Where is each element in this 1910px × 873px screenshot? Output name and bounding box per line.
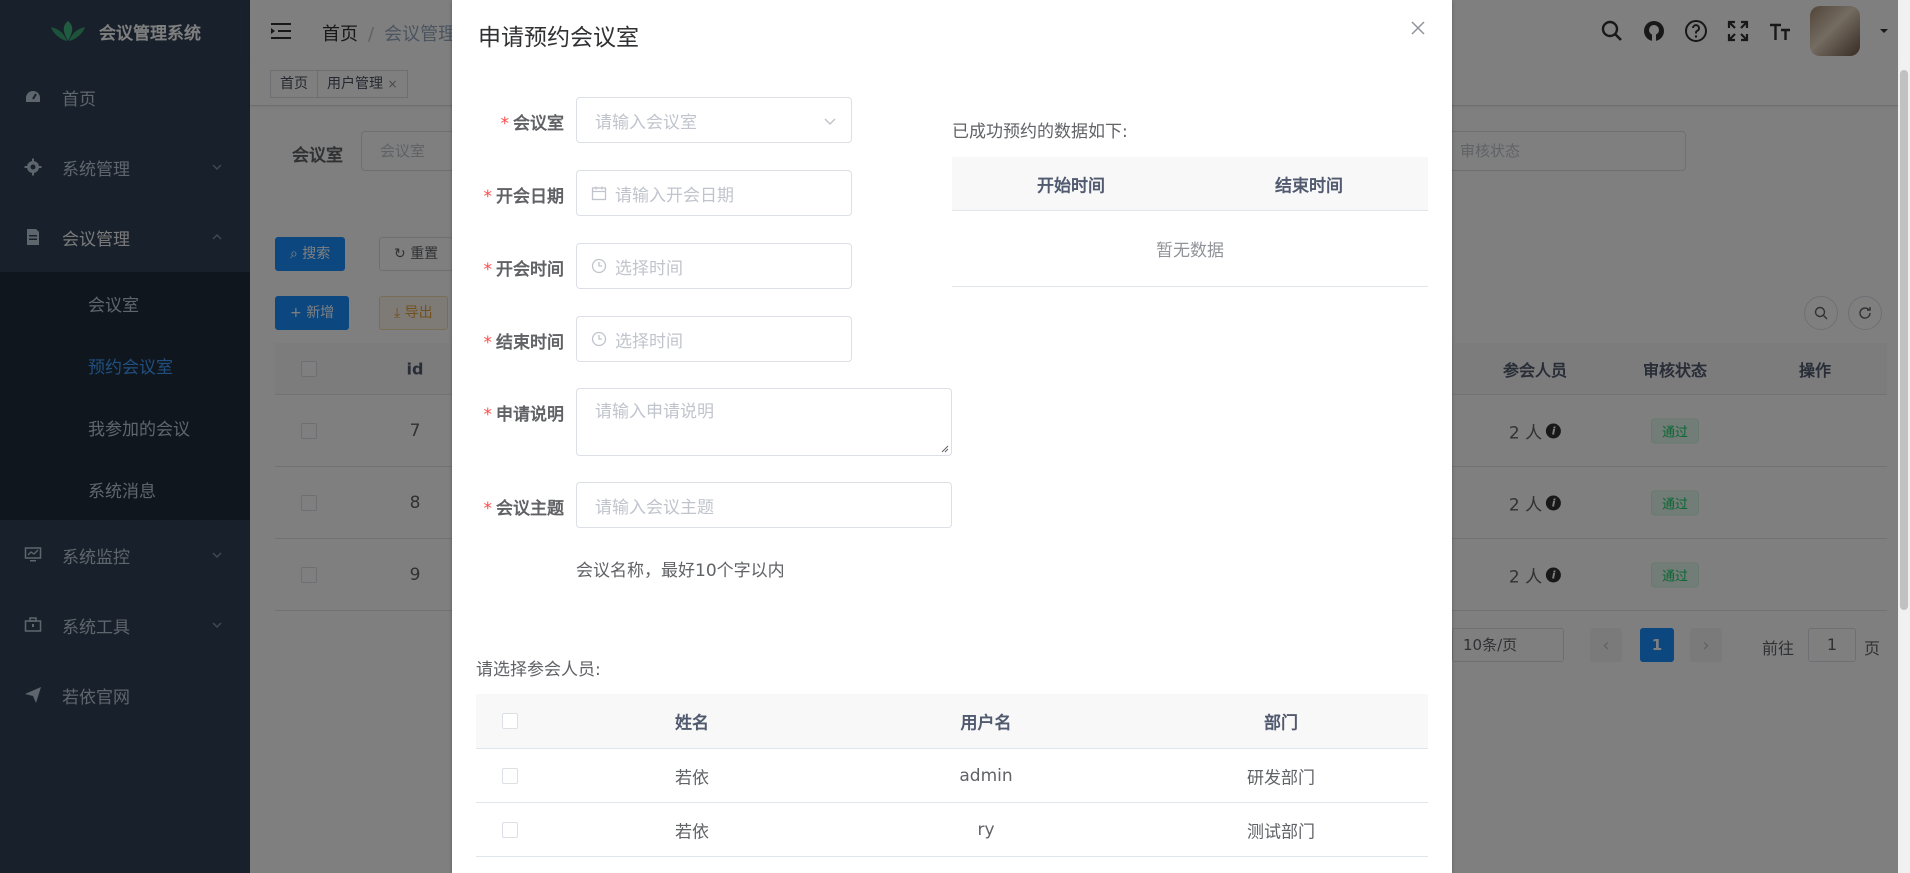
col-username: 用户名 bbox=[960, 713, 1012, 734]
participants-table: 姓名 用户名 部门 若依 admin 研发部门 若依 ry 测试部门 bbox=[476, 694, 1428, 857]
col-dept: 部门 bbox=[1264, 713, 1298, 734]
select-all-checkbox[interactable] bbox=[502, 713, 518, 729]
end-time-placeholder: 选择时间 bbox=[615, 331, 683, 352]
participant-dept: 测试部门 bbox=[1247, 822, 1315, 842]
clock-icon bbox=[591, 331, 607, 347]
booked-table: 开始时间 结束时间 暂无数据 bbox=[952, 157, 1428, 287]
participants-caption: 请选择参会人员: bbox=[476, 660, 601, 680]
participant-username: ry bbox=[977, 819, 995, 840]
booking-dialog: 申请预约会议室 * 会议室 请输入会议室 * 开会日期 请输入开会日期 * 开会时间 … bbox=[452, 0, 1452, 873]
room-field-label: * 会议室 bbox=[500, 114, 565, 134]
calendar-icon bbox=[591, 185, 607, 201]
start-time-label: * 开会时间 bbox=[483, 260, 565, 280]
topic-hint: 会议名称，最好10个字以内 bbox=[576, 561, 785, 581]
col-end-time: 结束时间 bbox=[1275, 176, 1343, 196]
topic-input[interactable]: 请输入会议主题 bbox=[576, 482, 952, 528]
participant-username: admin bbox=[959, 765, 1013, 786]
date-field-label: * 开会日期 bbox=[483, 187, 565, 207]
table-header: 姓名 用户名 部门 bbox=[476, 694, 1428, 749]
topic-label: * 会议主题 bbox=[483, 499, 565, 519]
clock-icon bbox=[591, 258, 607, 274]
page-scrollbar[interactable] bbox=[1898, 0, 1910, 873]
booked-caption: 已成功预约的数据如下: bbox=[952, 122, 1128, 142]
participant-dept: 研发部门 bbox=[1247, 768, 1315, 788]
date-placeholder: 请输入开会日期 bbox=[615, 185, 734, 206]
room-placeholder: 请输入会议室 bbox=[595, 112, 697, 133]
close-icon[interactable] bbox=[1410, 20, 1426, 36]
dialog-title: 申请预约会议室 bbox=[478, 25, 639, 51]
date-picker[interactable]: 请输入开会日期 bbox=[576, 170, 852, 216]
description-label: * 申请说明 bbox=[483, 405, 565, 425]
end-time-picker[interactable]: 选择时间 bbox=[576, 316, 852, 362]
row-checkbox[interactable] bbox=[502, 767, 518, 784]
col-start-time: 开始时间 bbox=[1037, 176, 1105, 196]
table-row[interactable]: 若依 admin 研发部门 bbox=[476, 749, 1428, 803]
table-header: 开始时间 结束时间 bbox=[952, 157, 1428, 211]
start-time-placeholder: 选择时间 bbox=[615, 258, 683, 279]
topic-placeholder: 请输入会议主题 bbox=[595, 497, 714, 518]
scrollbar-thumb[interactable] bbox=[1900, 70, 1908, 610]
col-name: 姓名 bbox=[675, 713, 709, 734]
table-row[interactable]: 若依 ry 测试部门 bbox=[476, 803, 1428, 857]
resize-handle-icon[interactable] bbox=[941, 445, 949, 453]
participant-name: 若依 bbox=[675, 768, 709, 788]
description-placeholder: 请输入申请说明 bbox=[595, 402, 714, 422]
end-time-label: * 结束时间 bbox=[483, 333, 565, 353]
empty-state: 暂无数据 bbox=[952, 211, 1428, 287]
row-checkbox[interactable] bbox=[502, 821, 518, 838]
description-textarea[interactable]: 请输入申请说明 bbox=[576, 388, 952, 456]
start-time-picker[interactable]: 选择时间 bbox=[576, 243, 852, 289]
room-select[interactable]: 请输入会议室 bbox=[576, 97, 852, 143]
chevron-down-icon bbox=[824, 118, 836, 126]
participant-name: 若依 bbox=[675, 822, 709, 842]
